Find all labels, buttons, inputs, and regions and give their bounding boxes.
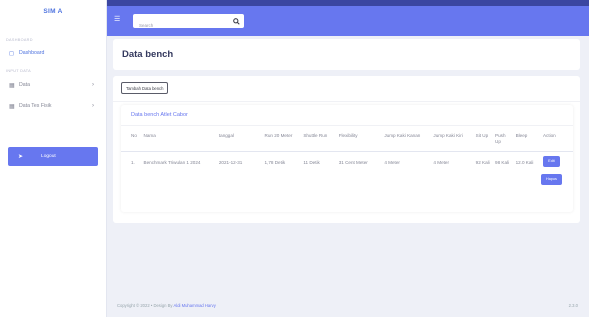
sidebar-heading-dashboard: DASHBOARD: [6, 38, 33, 42]
logout-label: Logout: [41, 154, 56, 159]
column-header: Sit Up: [475, 133, 489, 138]
column-header: Run 20 Meter: [264, 133, 293, 138]
edit-button[interactable]: Edit: [542, 155, 560, 167]
search-icon[interactable]: [232, 17, 240, 25]
column-header: Flexibility: [338, 133, 358, 138]
chevron-right-icon: ›: [92, 103, 94, 109]
logout-icon: ➤: [18, 154, 24, 160]
version-label: 2.3.0: [568, 303, 578, 308]
footer-copyright: Copyright © 2022 • Design By Aldi Muhamm…: [117, 303, 216, 308]
sidebar-item-data[interactable]: ▦ Data ›: [0, 77, 106, 93]
logout-button[interactable]: ➤ Logout: [8, 147, 98, 166]
column-header: Nama: [143, 133, 156, 138]
sidebar-item-data-tes-fisik[interactable]: ▦ Data Tes Fisik ›: [0, 98, 106, 114]
dashboard-icon: ◻: [9, 50, 14, 57]
sidebar-heading-input: INPUT DATA: [6, 69, 31, 73]
copyright-text: Copyright © 2022 • Design By: [117, 303, 173, 308]
table-icon: ▦: [9, 82, 15, 89]
cell-bleep: 12.0 Kali: [515, 159, 534, 165]
table-row: 1. Benchmark Triwulan 1 2024 2021-12-31 …: [121, 151, 573, 185]
search-input[interactable]: [133, 18, 223, 33]
cell-shuttle: 11 Detik: [303, 159, 320, 165]
card-divider: [113, 101, 580, 102]
sidebar: SIM A DASHBOARD ◻ Dashboard INPUT DATA ▦…: [0, 0, 107, 317]
page-title: Data bench: [122, 49, 174, 60]
column-header: Jump Kaki Kiri: [433, 133, 463, 138]
add-data-bench-button[interactable]: Tambah Data bench: [121, 82, 169, 94]
cell-jump-kiri: 4 Meter: [433, 159, 449, 165]
cell-nama: Benchmark Triwulan 1 2024: [143, 159, 201, 165]
cell-no: 1.: [131, 159, 135, 165]
delete-button[interactable]: Hapus: [540, 173, 562, 185]
column-header: No: [131, 133, 137, 138]
cell-situp: 92 Kali: [475, 159, 490, 165]
chevron-right-icon: ›: [92, 82, 94, 88]
sidebar-item-label: Dashboard: [19, 50, 45, 56]
column-header: Action: [542, 133, 556, 138]
cell-action: Edit Hapus: [540, 151, 573, 185]
sidebar-item-label: Data Tes Fisik: [19, 103, 52, 109]
topbar-accent-line: [107, 0, 589, 6]
column-header: tanggal: [218, 133, 234, 138]
column-header: Push Up: [495, 133, 506, 144]
data-table-card: Data bench Atlet Cabor No Nama tanggal R…: [121, 105, 573, 212]
cell-flexibility: 31 Cent Meter: [338, 159, 368, 165]
cell-jump-kanan: 4 Meter: [384, 159, 400, 165]
title-card: Data bench: [113, 39, 580, 70]
table-icon: ▦: [9, 103, 15, 110]
sidebar-item-label: Data: [19, 82, 30, 88]
footer: Copyright © 2022 • Design By Aldi Muhamm…: [107, 298, 589, 317]
topbar: ☰: [107, 0, 589, 36]
column-header: Jump Kaki Kanan: [384, 133, 421, 138]
column-header: Shuttle Run: [303, 133, 328, 138]
column-header: Bleep: [515, 133, 528, 138]
author-link[interactable]: Aldi Muhammad Harvy: [173, 303, 215, 308]
card-divider: [121, 125, 573, 126]
menu-toggle-icon[interactable]: ☰: [114, 15, 120, 23]
cell-tanggal: 2021-12-31: [218, 159, 243, 165]
search-box: [133, 14, 244, 33]
cell-run20: 1,78 Detik: [264, 159, 286, 165]
cell-pushup: 98 Kali: [495, 159, 510, 165]
data-table: No Nama tanggal Run 20 Meter Shuttle Run…: [121, 133, 573, 185]
sidebar-item-dashboard[interactable]: ◻ Dashboard: [0, 45, 106, 61]
table-header-row: No Nama tanggal Run 20 Meter Shuttle Run…: [121, 133, 573, 151]
brand-title[interactable]: SIM A: [0, 0, 106, 22]
table-card-title: Data bench Atlet Cabor: [131, 112, 188, 118]
